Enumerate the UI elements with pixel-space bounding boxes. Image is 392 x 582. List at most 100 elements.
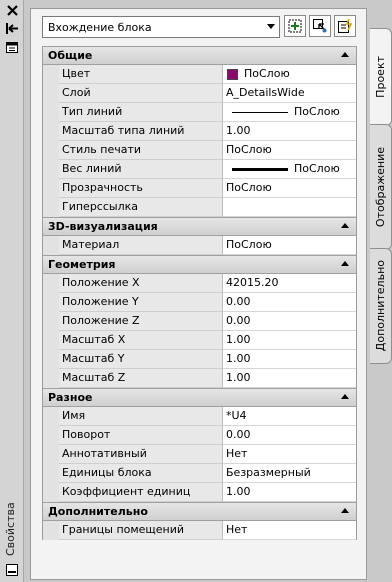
property-name: Тип линий xyxy=(59,103,223,122)
property-name: Положение Y xyxy=(59,293,223,312)
section-misc[interactable]: Разное xyxy=(43,388,356,407)
property-name: Вес линий xyxy=(59,160,223,179)
property-name: Поворот xyxy=(59,426,223,445)
toggle-pickadd-button[interactable] xyxy=(334,15,356,37)
property-value[interactable] xyxy=(223,198,356,217)
property-name: Границы помещений xyxy=(59,521,223,540)
property-name: Прозрачность xyxy=(59,179,223,198)
auto-hide-icon[interactable] xyxy=(4,21,20,35)
property-name: Коэффициент единиц xyxy=(59,483,223,502)
tab-project[interactable]: Проект xyxy=(370,28,392,126)
property-name: Имя xyxy=(59,407,223,426)
collapse-icon[interactable] xyxy=(341,223,349,228)
section-title: Дополнительно xyxy=(48,505,148,518)
property-row[interactable]: Коэффициент единиц 1.00 xyxy=(43,483,356,502)
property-value[interactable]: 42015.20 xyxy=(223,274,356,293)
select-objects-icon xyxy=(313,19,327,33)
property-value[interactable]: Нет xyxy=(223,521,356,540)
select-objects-button[interactable] xyxy=(309,15,331,37)
property-name: Цвет xyxy=(59,65,223,84)
object-type-dropdown[interactable]: Вхождение блока xyxy=(42,16,280,38)
property-value[interactable]: ПоСлою xyxy=(223,141,356,160)
property-name: Слой xyxy=(59,84,223,103)
collapse-icon[interactable] xyxy=(341,261,349,266)
property-name: Масштаб типа линий xyxy=(59,122,223,141)
properties-menu-icon[interactable] xyxy=(4,40,20,54)
tab-extra[interactable]: Дополнительно xyxy=(370,248,392,364)
property-name: Гиперссылка xyxy=(59,198,223,217)
quick-select-button[interactable] xyxy=(284,15,306,37)
property-value[interactable]: ПоСлою xyxy=(223,236,356,255)
collapse-icon[interactable] xyxy=(341,508,349,513)
property-name: Масштаб X xyxy=(59,331,223,350)
property-row[interactable]: Тип линий ПоСлою xyxy=(43,103,356,122)
property-row[interactable]: Масштаб Y 1.00 xyxy=(43,350,356,369)
property-row[interactable]: Масштаб X 1.00 xyxy=(43,331,356,350)
section-title: Разное xyxy=(48,391,93,404)
property-row[interactable]: Стиль печати ПоСлою xyxy=(43,141,356,160)
collapse-icon[interactable] xyxy=(341,52,349,57)
property-row[interactable]: Поворот 0.00 xyxy=(43,426,356,445)
lineweight-preview-icon xyxy=(232,167,288,171)
property-row[interactable]: Единицы блока Безразмерный xyxy=(43,464,356,483)
section-3d-visualization[interactable]: 3D-визуализация xyxy=(43,217,356,236)
property-row[interactable]: Цвет ПоСлою xyxy=(43,65,356,84)
property-value[interactable]: Нет xyxy=(223,445,356,464)
property-value[interactable]: ПоСлою xyxy=(223,103,356,122)
section-general[interactable]: Общие xyxy=(43,46,356,65)
property-row[interactable]: Материал ПоСлою xyxy=(43,236,356,255)
tab-display[interactable]: Отображение xyxy=(370,124,392,250)
property-row[interactable]: Положение Y 0.00 xyxy=(43,293,356,312)
property-row[interactable]: Слой A_DetailsWide xyxy=(43,84,356,103)
property-row[interactable]: Гиперссылка xyxy=(43,198,356,217)
property-value[interactable]: 0.00 xyxy=(223,293,356,312)
property-name: Положение X xyxy=(59,274,223,293)
property-value[interactable]: 1.00 xyxy=(223,122,356,141)
property-value[interactable]: *U4 xyxy=(223,407,356,426)
property-name: Аннотативный xyxy=(59,445,223,464)
property-name: Масштаб Y xyxy=(59,350,223,369)
property-row[interactable]: Аннотативный Нет xyxy=(43,445,356,464)
property-name: Материал xyxy=(59,236,223,255)
close-icon[interactable] xyxy=(4,3,20,17)
property-name: Масштаб Z xyxy=(59,369,223,388)
section-title: Геометрия xyxy=(48,258,116,271)
property-row[interactable]: Вес линий ПоСлою xyxy=(43,160,356,179)
property-value[interactable]: 1.00 xyxy=(223,331,356,350)
collapse-icon[interactable] xyxy=(341,394,349,399)
property-value[interactable]: A_DetailsWide xyxy=(223,84,356,103)
property-value[interactable]: 1.00 xyxy=(223,350,356,369)
property-value[interactable]: Безразмерный xyxy=(223,464,356,483)
property-row[interactable]: Положение Z 0.00 xyxy=(43,312,356,331)
property-grid: Общие Цвет ПоСлою Слой A_DetailsWide Тип л… xyxy=(42,46,357,540)
property-row[interactable]: Масштаб Z 1.00 xyxy=(43,369,356,388)
toggle-pickadd-icon xyxy=(338,18,353,33)
color-swatch-icon xyxy=(227,68,238,80)
property-row[interactable]: Прозрачность ПоСлою xyxy=(43,179,356,198)
property-row[interactable]: Имя *U4 xyxy=(43,407,356,426)
property-value[interactable]: ПоСлою xyxy=(223,65,356,84)
property-row[interactable]: Масштаб типа линий 1.00 xyxy=(43,122,356,141)
palette-title: Свойства xyxy=(4,502,17,556)
property-row[interactable]: Положение X 42015.20 xyxy=(43,274,356,293)
palette-title-bar[interactable]: Свойства xyxy=(0,0,24,582)
property-value[interactable]: 1.00 xyxy=(223,369,356,388)
linetype-preview-icon xyxy=(232,111,288,113)
property-name: Стиль печати xyxy=(59,141,223,160)
property-value[interactable]: 0.00 xyxy=(223,426,356,445)
section-title: 3D-визуализация xyxy=(48,220,158,233)
chevron-down-icon xyxy=(267,24,275,29)
object-type-value: Вхождение блока xyxy=(48,20,152,34)
property-value[interactable]: ПоСлою xyxy=(223,160,356,179)
section-geometry[interactable]: Геометрия xyxy=(43,255,356,274)
property-name: Положение Z xyxy=(59,312,223,331)
section-extra[interactable]: Дополнительно xyxy=(43,502,356,521)
property-row[interactable]: Границы помещений Нет xyxy=(43,521,356,540)
property-value[interactable]: 0.00 xyxy=(223,312,356,331)
section-title: Общие xyxy=(48,49,93,62)
property-name: Единицы блока xyxy=(59,464,223,483)
property-value[interactable]: 1.00 xyxy=(223,483,356,502)
quick-select-icon xyxy=(288,19,302,33)
palette-settings-icon[interactable] xyxy=(4,563,20,577)
property-value[interactable]: ПоСлою xyxy=(223,179,356,198)
